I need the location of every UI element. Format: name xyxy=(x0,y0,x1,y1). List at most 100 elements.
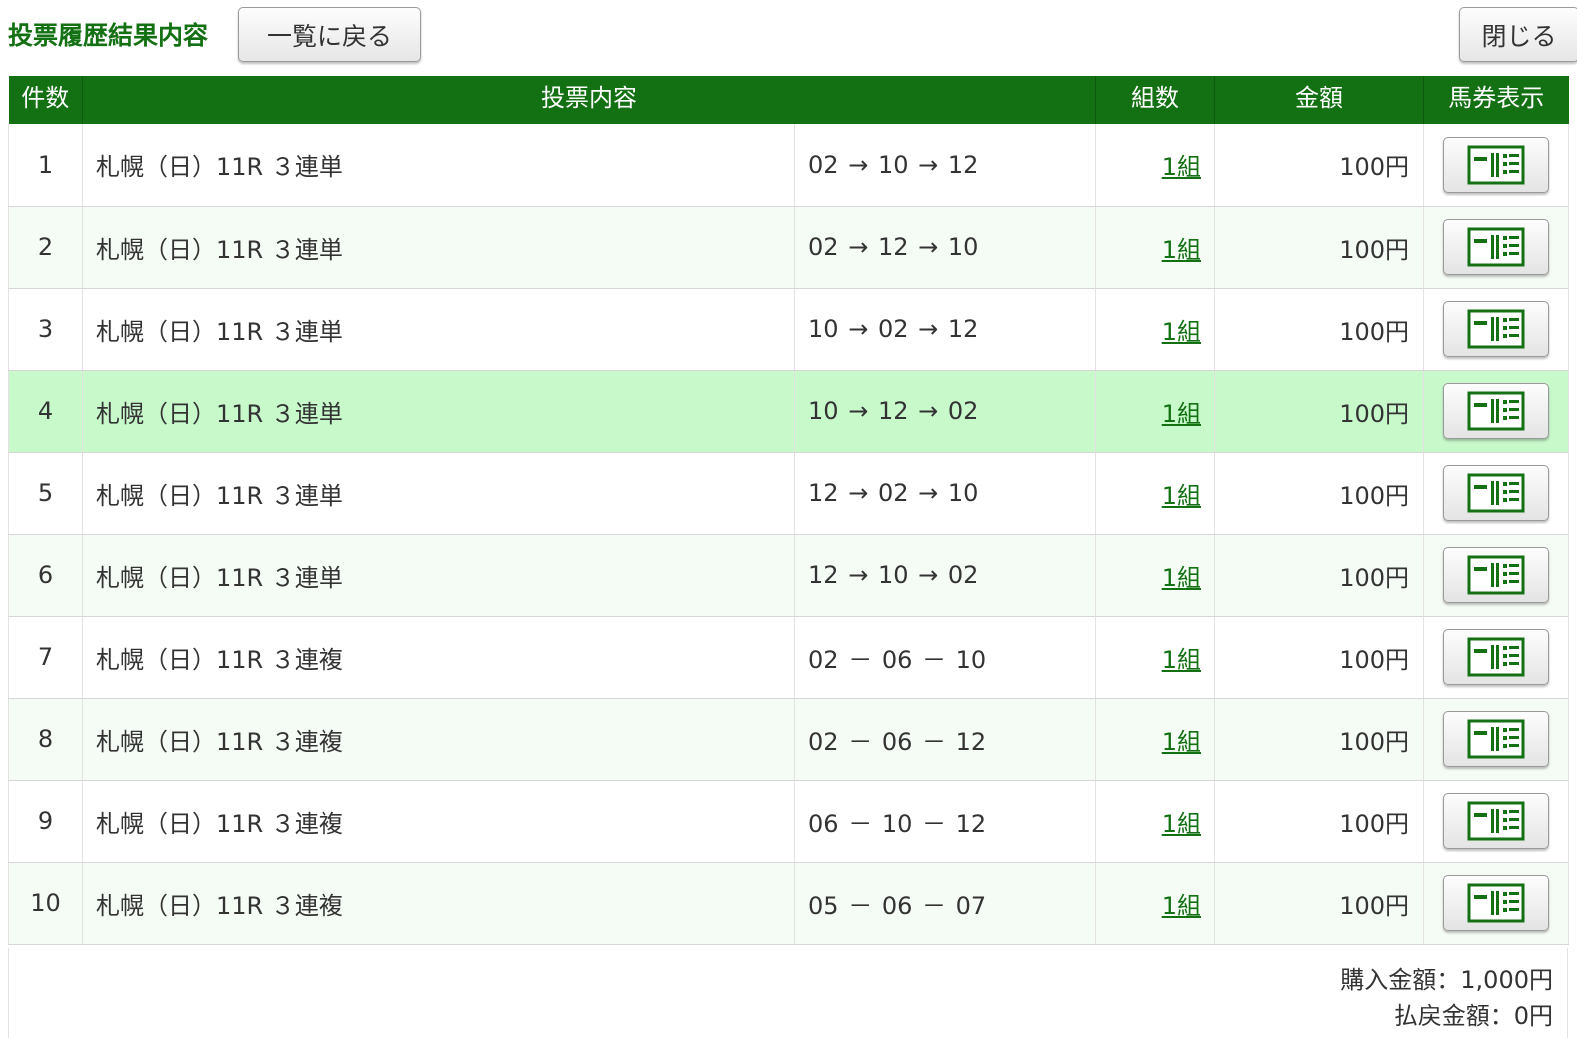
combo-separator: → xyxy=(848,561,869,589)
sets-link[interactable]: 1組 xyxy=(1162,482,1201,510)
horse-number: 12 xyxy=(955,727,987,756)
horse-number: 12 xyxy=(947,150,979,179)
sets-cell: 1組 xyxy=(1095,370,1215,453)
row-number: 8 xyxy=(8,698,83,781)
ticket-display-button[interactable] xyxy=(1443,547,1549,603)
amount: 100円 xyxy=(1214,862,1424,945)
table-row: 3 札幌（日）11R ３連単 10 → 02 → 12 1組 100円 xyxy=(8,288,1569,371)
table-row: 7 札幌（日）11R ３連複 02 － 06 － 10 1組 100円 xyxy=(8,616,1569,699)
sets-cell: 1組 xyxy=(1095,206,1215,289)
sets-cell: 1組 xyxy=(1095,534,1215,617)
amount: 100円 xyxy=(1214,452,1424,535)
sets-cell: 1組 xyxy=(1095,452,1215,535)
ticket-display-button[interactable] xyxy=(1443,875,1549,931)
sets-cell: 1組 xyxy=(1095,288,1215,371)
amount: 100円 xyxy=(1214,616,1424,699)
horse-number: 10 xyxy=(808,397,839,425)
ticket-display-button[interactable] xyxy=(1443,219,1549,275)
ticket-display-button[interactable] xyxy=(1443,793,1549,849)
ticket-display-icon xyxy=(1467,555,1525,595)
column-header-ticket-display: 馬券表示 xyxy=(1423,76,1569,124)
page: 投票履歴結果内容 一覧に戻る 閉じる 件数 投票内容 組数 金額 馬券表示 1札… xyxy=(0,0,1577,1038)
combo-separator: － xyxy=(922,809,947,838)
amount: 100円 xyxy=(1214,124,1424,207)
column-header-count: 件数 xyxy=(8,76,83,124)
table-row: 8 札幌（日）11R ３連複 02 － 06 － 12 1組 100円 xyxy=(8,698,1569,781)
amount: 100円 xyxy=(1214,370,1424,453)
combo-separator: → xyxy=(918,479,939,507)
ticket-cell xyxy=(1423,206,1569,289)
ticket-display-button[interactable] xyxy=(1443,383,1549,439)
horse-number: 02 xyxy=(947,397,979,425)
race-info: 札幌（日）11R ３連複 xyxy=(82,616,795,699)
row-number: 5 xyxy=(8,452,83,535)
back-to-list-button[interactable]: 一覧に戻る xyxy=(238,7,421,62)
ticket-cell xyxy=(1423,862,1569,945)
ticket-display-icon xyxy=(1467,227,1525,267)
ticket-cell xyxy=(1423,452,1569,535)
horse-number: 02 xyxy=(808,727,839,756)
ticket-display-button[interactable] xyxy=(1443,465,1549,521)
sets-link[interactable]: 1組 xyxy=(1162,564,1201,592)
ticket-display-button[interactable] xyxy=(1443,301,1549,357)
row-number: 2 xyxy=(8,206,83,289)
sets-cell: 1組 xyxy=(1095,124,1215,207)
sets-link[interactable]: 1組 xyxy=(1162,318,1201,346)
bet-combination: 02 － 06 － 10 xyxy=(794,616,1096,699)
horse-number: 12 xyxy=(955,809,987,838)
horse-number: 10 xyxy=(947,233,979,261)
combo-separator: → xyxy=(918,561,939,589)
sets-link[interactable]: 1組 xyxy=(1162,400,1201,428)
horse-number: 07 xyxy=(955,891,987,920)
horse-number: 10 xyxy=(877,561,909,589)
amount: 100円 xyxy=(1214,698,1424,781)
sets-cell: 1組 xyxy=(1095,780,1215,863)
combo-separator: → xyxy=(918,233,939,261)
sets-link[interactable]: 1組 xyxy=(1162,236,1201,264)
ticket-display-button[interactable] xyxy=(1443,711,1549,767)
race-info: 札幌（日）11R ３連複 xyxy=(82,862,795,945)
horse-number: 12 xyxy=(808,561,839,589)
bet-combination: 02 → 12 → 10 xyxy=(794,206,1096,289)
ticket-cell xyxy=(1423,534,1569,617)
ticket-display-icon xyxy=(1467,145,1525,185)
horse-number: 06 xyxy=(881,891,913,920)
close-button[interactable]: 閉じる xyxy=(1459,7,1577,62)
ticket-cell xyxy=(1423,780,1569,863)
race-info: 札幌（日）11R ３連複 xyxy=(82,698,795,781)
race-info: 札幌（日）11R ３連単 xyxy=(82,370,795,453)
column-header-amount: 金額 xyxy=(1214,76,1424,124)
ticket-cell xyxy=(1423,616,1569,699)
combo-separator: → xyxy=(848,315,869,343)
sets-link[interactable]: 1組 xyxy=(1162,810,1201,838)
sets-link[interactable]: 1組 xyxy=(1162,728,1201,756)
ticket-display-icon xyxy=(1467,637,1525,677)
combo-separator: → xyxy=(848,397,869,425)
ticket-cell xyxy=(1423,370,1569,453)
combo-separator: → xyxy=(918,315,939,343)
bet-combination: 05 － 06 － 07 xyxy=(794,862,1096,945)
ticket-display-button[interactable] xyxy=(1443,136,1549,193)
amount: 100円 xyxy=(1214,534,1424,617)
vote-history-table: 件数 投票内容 組数 金額 馬券表示 1 札幌（日）11R ３連単 02 → 10 … xyxy=(8,76,1569,945)
horse-number: 02 xyxy=(877,479,909,507)
row-number: 3 xyxy=(8,288,83,371)
combo-separator: － xyxy=(922,891,947,920)
combo-separator: → xyxy=(848,479,869,507)
horse-number: 10 xyxy=(877,150,909,179)
sets-link[interactable]: 1組 xyxy=(1162,646,1201,674)
ticket-display-button[interactable] xyxy=(1443,629,1549,685)
combo-separator: － xyxy=(922,727,947,756)
table-row: 9 札幌（日）11R ３連複 06 － 10 － 12 1組 100円 xyxy=(8,780,1569,863)
ticket-display-icon xyxy=(1467,719,1525,759)
ticket-display-icon xyxy=(1467,473,1525,513)
bet-combination: 02 － 06 － 12 xyxy=(794,698,1096,781)
combo-separator: － xyxy=(848,891,873,920)
sets-link[interactable]: 1組 xyxy=(1162,153,1201,181)
row-number: 1 xyxy=(8,124,83,207)
table-row: 1 札幌（日）11R ３連単 02 → 10 → 12 1組 100円 xyxy=(8,124,1569,207)
ticket-display-icon xyxy=(1467,391,1525,431)
table-row: 5 札幌（日）11R ３連単 12 → 02 → 10 1組 100円 xyxy=(8,452,1569,535)
sets-link[interactable]: 1組 xyxy=(1162,892,1201,920)
table-header-row: 件数 投票内容 組数 金額 馬券表示 xyxy=(8,76,1569,124)
